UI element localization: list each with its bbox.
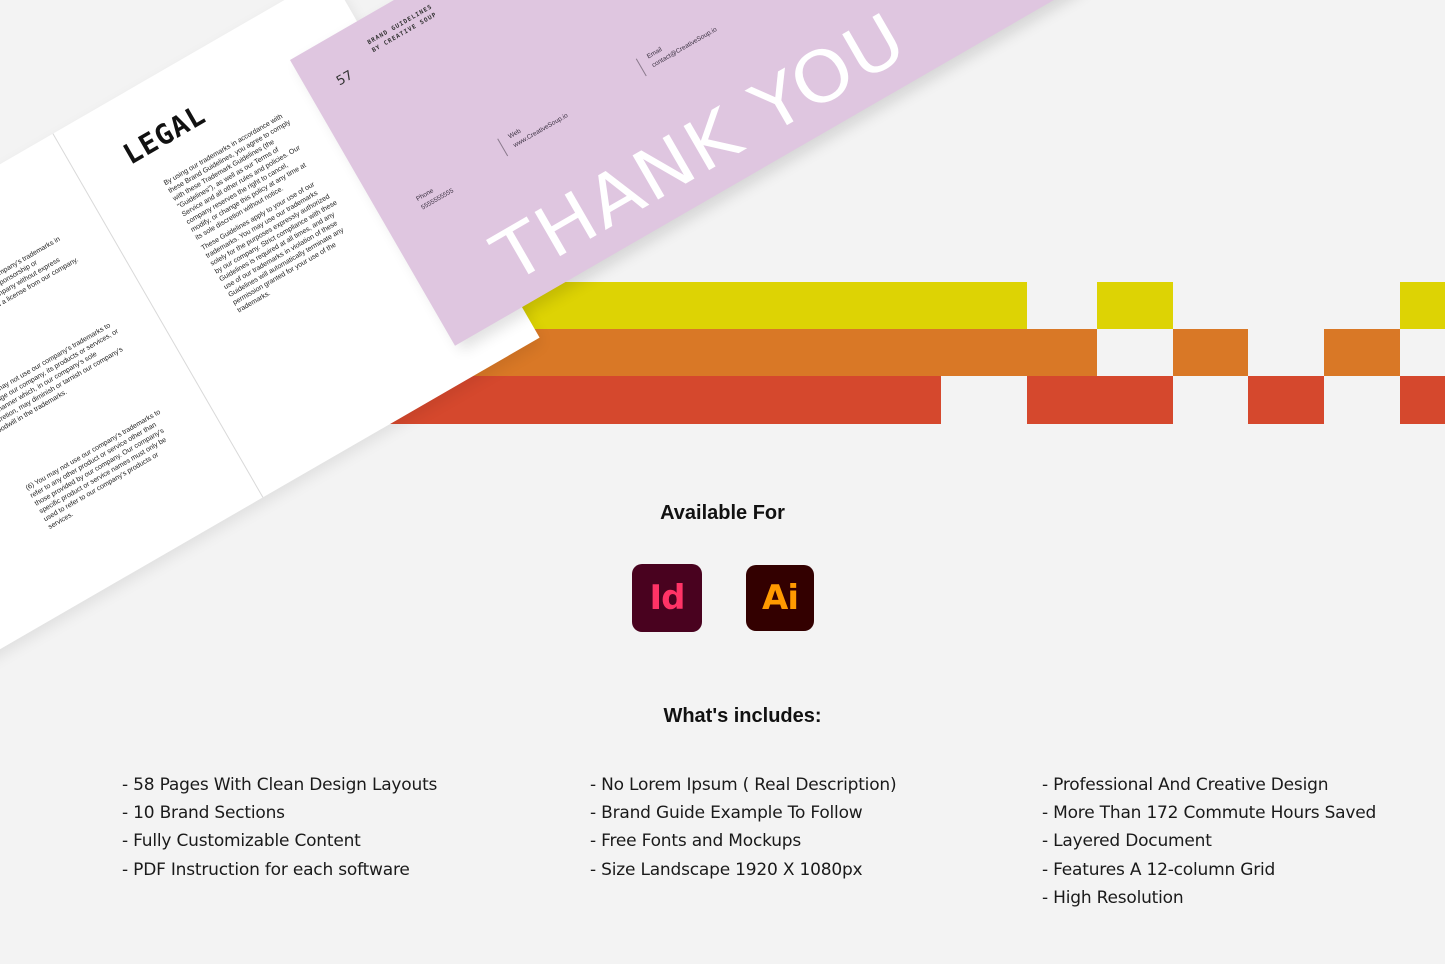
page-number: 57 xyxy=(333,67,356,90)
contact-web: Web www.CreativeSoup.io xyxy=(497,102,571,157)
feature-list-column-2: - No Lorem Ipsum ( Real Description) - B… xyxy=(590,771,897,884)
brand-guidelines-label: BRAND GUIDELINES BY CREATIVE SOUP xyxy=(366,3,439,55)
feature-item: - Size Landscape 1920 X 1080px xyxy=(590,859,863,880)
legal-paragraph: (4) You may not use our company's tradem… xyxy=(0,235,80,342)
stripe-red-segment xyxy=(1027,376,1173,424)
stripe-red-segment xyxy=(1400,376,1445,424)
feature-item: - Fully Customizable Content xyxy=(122,831,361,852)
stripe-red-segment xyxy=(1248,376,1324,424)
feature-item: - Free Fonts and Mockups xyxy=(590,831,802,852)
indesign-label: Id xyxy=(649,578,686,618)
feature-item: - More Than 172 Commute Hours Saved xyxy=(1042,803,1377,824)
feature-item: - Features A 12-column Grid xyxy=(1042,859,1276,880)
feature-list-column-3: - Professional And Creative Design - Mor… xyxy=(1042,771,1376,912)
feature-item: - Professional And Creative Design xyxy=(1042,775,1329,795)
illustrator-label: Ai xyxy=(762,578,799,618)
stripe-orange-segment xyxy=(1324,329,1400,376)
available-for-heading: Available For xyxy=(660,502,785,524)
contact-phone: Phone 5555555555 xyxy=(415,178,456,213)
illustrator-icon: Ai xyxy=(746,565,814,631)
stripe-orange-segment xyxy=(1173,329,1248,376)
feature-item: - No Lorem Ipsum ( Real Description) xyxy=(590,775,897,795)
feature-item: - 10 Brand Sections xyxy=(122,803,285,824)
feature-item: - Brand Guide Example To Follow xyxy=(590,803,863,824)
whats-included-heading: What's includes: xyxy=(663,705,822,727)
indesign-icon: Id xyxy=(632,564,702,632)
feature-item: - 58 Pages With Clean Design Layouts xyxy=(122,775,438,795)
stripe-yellow-segment xyxy=(1400,282,1445,329)
feature-item: - High Resolution xyxy=(1042,887,1184,908)
feature-item: - PDF Instruction for each software xyxy=(122,859,410,880)
feature-item: - Layered Document xyxy=(1042,831,1212,852)
feature-list-column-1: - 58 Pages With Clean Design Layouts - 1… xyxy=(122,771,437,884)
legal-paragraph: (5) You may not use our company's tradem… xyxy=(0,322,125,437)
contact-email: Email contact@CreativeSoup.io xyxy=(635,16,720,77)
stripe-yellow-segment xyxy=(1097,282,1173,329)
